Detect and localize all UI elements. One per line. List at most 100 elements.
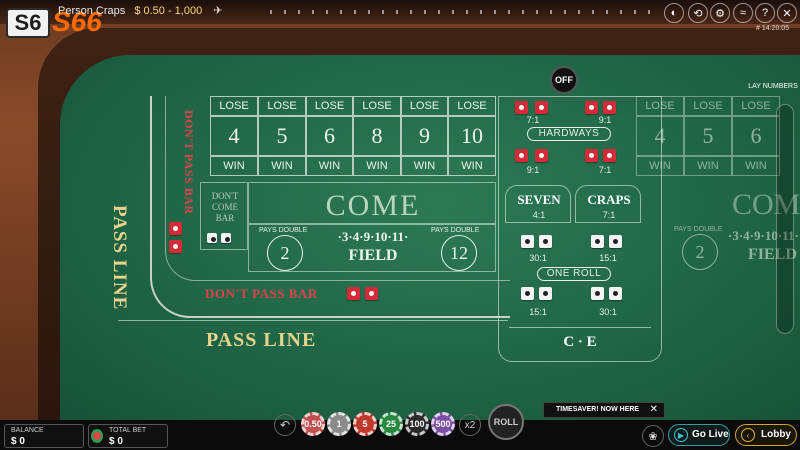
mirror-win-6[interactable]: WIN — [732, 156, 780, 176]
die-oneroll-3 — [591, 235, 604, 248]
number-cell[interactable]: 6 — [306, 116, 353, 156]
ce-bet[interactable]: C · E — [509, 327, 651, 357]
die-hard-1 — [515, 101, 528, 114]
come-area[interactable]: COME — [248, 182, 496, 224]
timesaver-text: TIMESAVER! NOW HERE — [556, 406, 640, 413]
one-roll-bet-3[interactable]: 15:1 — [505, 283, 571, 323]
number-col-9[interactable]: LOSE 9 WIN — [401, 96, 448, 182]
chip-500[interactable]: 500 — [431, 412, 455, 436]
win-cell[interactable]: WIN — [353, 156, 401, 176]
lose-cell[interactable]: LOSE — [401, 96, 448, 116]
close-icon[interactable]: ✕ — [650, 404, 658, 415]
number-col-4[interactable]: LOSE 4 WIN — [210, 96, 258, 182]
number-cell[interactable]: 9 — [401, 116, 448, 156]
dont-come-bar-label: DON'T COME BAR — [211, 191, 239, 223]
number-cell[interactable]: 4 — [210, 116, 258, 156]
lose-cell[interactable]: LOSE — [306, 96, 353, 116]
mirror-lose-4[interactable]: LOSE — [636, 96, 684, 116]
game-title: Person Craps $ 0.50 - 1,000 ✈ — [58, 4, 223, 17]
number-cell[interactable]: 8 — [353, 116, 401, 156]
mirror-win-4[interactable]: WIN — [636, 156, 684, 176]
number-col-8[interactable]: LOSE 8 WIN — [353, 96, 401, 182]
mirror-number-5[interactable]: 5 — [684, 116, 732, 156]
pass-line-label: PASS LINE — [206, 329, 317, 351]
undo-button[interactable]: ↶ — [274, 414, 296, 436]
mirror-lose-6[interactable]: LOSE — [732, 96, 780, 116]
win-cell[interactable]: WIN — [210, 156, 258, 176]
die-hard-8 — [603, 149, 616, 162]
one-roll-pay-3: 15:1 — [529, 307, 547, 317]
number-cell[interactable]: 5 — [258, 116, 306, 156]
seven-pay: 4:1 — [532, 210, 546, 220]
win-cell[interactable]: WIN — [448, 156, 496, 176]
pass-line-horizontal[interactable]: PASS LINE — [118, 320, 508, 362]
craps-bet[interactable]: CRAPS 7:1 — [575, 185, 641, 223]
number-col-6[interactable]: LOSE 6 WIN — [306, 96, 353, 182]
field-area[interactable]: 2 PAYS DOUBLE ·3·4·9·10·11· FIELD 12 PAY… — [248, 224, 496, 272]
chip-0.50[interactable]: 0.50 — [301, 412, 325, 436]
chip-5[interactable]: 5 — [353, 412, 377, 436]
lobby-label: Lobby — [761, 429, 791, 440]
mirror-field-2: 2 — [695, 242, 705, 262]
dont-come-bar-area[interactable]: DON'T COME BAR — [200, 182, 248, 250]
total-bet-label: TOTAL BET — [109, 427, 147, 434]
lose-cell[interactable]: LOSE — [258, 96, 306, 116]
field-number-2: 2 — [280, 243, 290, 263]
hardway-bottom-left[interactable]: 9:1 — [499, 145, 567, 179]
one-roll-bet-1[interactable]: 30:1 — [505, 225, 571, 265]
go-live-label: Go Live — [692, 429, 729, 440]
pin-icon[interactable]: ✈ — [213, 5, 222, 17]
roll-button[interactable]: ROLL — [488, 404, 524, 440]
lobby-button[interactable]: ‹ Lobby — [735, 424, 797, 446]
stats-icon[interactable]: ≈ — [733, 3, 753, 23]
seven-bet[interactable]: SEVEN 4:1 — [505, 185, 571, 223]
win-cell[interactable]: WIN — [258, 156, 306, 176]
one-roll-pay-1: 30:1 — [529, 253, 547, 263]
win-cell[interactable]: WIN — [401, 156, 448, 176]
hardway-bottom-right[interactable]: 7:1 — [571, 145, 639, 179]
dont-pass-bar-label: DON'T PASS BAR — [205, 286, 318, 301]
dot-strip — [270, 10, 650, 14]
chip-100[interactable]: 100 — [405, 412, 429, 436]
number-col-10[interactable]: LOSE 10 WIN — [448, 96, 496, 182]
lose-cell[interactable]: LOSE — [448, 96, 496, 116]
one-roll-bet-4[interactable]: 30:1 — [575, 283, 641, 323]
die-oneroll-4 — [609, 235, 622, 248]
hardway-top-left[interactable]: 7:1 — [499, 97, 567, 125]
off-puck: OFF — [550, 66, 578, 94]
win-cell[interactable]: WIN — [306, 156, 353, 176]
hardway-top-right[interactable]: 9:1 — [571, 97, 639, 125]
die-oneroll-2 — [539, 235, 552, 248]
die-oneroll-8 — [609, 287, 622, 300]
come-label: COME — [325, 189, 421, 222]
one-roll-bet-2[interactable]: 15:1 — [575, 225, 641, 265]
mirror-win-5[interactable]: WIN — [684, 156, 732, 176]
mirror-number-4[interactable]: 4 — [636, 116, 684, 156]
settings-icon[interactable]: ⚙ — [710, 3, 730, 23]
fish-icon[interactable]: ❀ — [642, 425, 664, 447]
chip-25[interactable]: 25 — [379, 412, 403, 436]
number-col-5[interactable]: LOSE 5 WIN — [258, 96, 306, 182]
live-icon: ▶ — [674, 428, 688, 442]
help-icon[interactable]: ? — [755, 3, 775, 23]
one-roll-pay-4: 30:1 — [599, 307, 617, 317]
history-icon[interactable]: ⟲ — [688, 3, 708, 23]
die-dontcome-1 — [207, 233, 217, 243]
timesaver-banner[interactable]: TIMESAVER! NOW HERE ✕ — [543, 402, 665, 418]
number-cell[interactable]: 10 — [448, 116, 496, 156]
field-pays-double-right: PAYS DOUBLE — [431, 227, 480, 234]
dont-pass-bar-horizontal[interactable]: DON'T PASS BAR — [205, 284, 405, 306]
mirror-lose-5[interactable]: LOSE — [684, 96, 732, 116]
chip-1[interactable]: 1 — [327, 412, 351, 436]
die-oneroll-6 — [539, 287, 552, 300]
go-live-button[interactable]: ▶ Go Live — [668, 424, 730, 446]
craps-label: CRAPS — [587, 192, 631, 207]
lose-cell[interactable]: LOSE — [210, 96, 258, 116]
balance-value: $ 0 — [11, 436, 25, 447]
close-icon[interactable]: ✕ — [777, 3, 797, 23]
volume-icon[interactable]: ◐ — [664, 3, 684, 23]
double-button[interactable]: x2 — [459, 414, 481, 436]
lose-cell[interactable]: LOSE — [353, 96, 401, 116]
balance-panel: BALANCE $ 0 — [4, 424, 84, 448]
mirror-number-6[interactable]: 6 — [732, 116, 780, 156]
